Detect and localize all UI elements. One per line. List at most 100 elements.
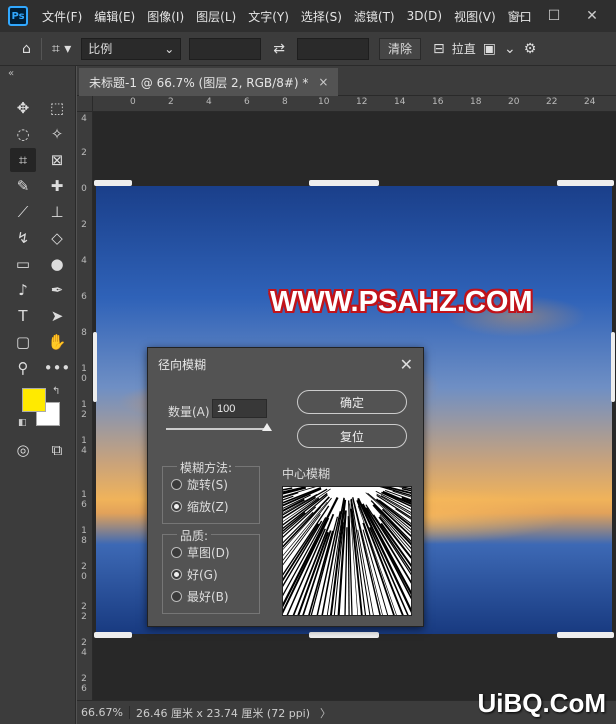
quality-title: 品质: (177, 527, 212, 544)
menu-file[interactable]: 文件(F) (36, 8, 88, 25)
quality-draft-radio[interactable]: 草图(D) (171, 544, 230, 561)
ruler-label: 1 4 (81, 436, 87, 456)
path-selection-tool-icon[interactable]: ➤ (44, 304, 70, 328)
menu-view[interactable]: 视图(V) (448, 8, 502, 25)
swap-colors-icon[interactable]: ↰ (52, 386, 60, 397)
amount-slider-track[interactable] (166, 428, 270, 430)
maximize-button[interactable]: ☐ (540, 0, 568, 32)
minimize-button[interactable]: — (504, 0, 532, 32)
zoom-level[interactable]: 66.67% (77, 706, 130, 719)
reset-button[interactable]: 复位 (297, 424, 407, 448)
crop-handle-bottom-right[interactable] (557, 632, 614, 638)
menu-select[interactable]: 选择(S) (295, 8, 348, 25)
radio-indicator (171, 591, 182, 602)
hand-tool-icon[interactable]: ✋ (44, 330, 70, 354)
ruler-label: 4 (81, 114, 87, 124)
amount-input[interactable] (212, 399, 267, 418)
magic-wand-tool-icon[interactable]: ✧ (44, 122, 70, 146)
brush-tool-icon[interactable]: ⟋ (10, 200, 36, 224)
document-tab-title: 未标题-1 @ 66.7% (图层 2, RGB/8#) * (89, 75, 309, 90)
more-tools-icon[interactable]: ••• (44, 356, 71, 380)
close-tab-icon[interactable]: × (318, 75, 328, 89)
crop-handle-top[interactable] (309, 180, 379, 186)
menu-edit[interactable]: 编辑(E) (88, 8, 141, 25)
screen-mode-icon[interactable]: ⧉ (44, 438, 70, 462)
options-bar: ⌂ ⌗ ▾ 比例 ⌄ ⇄ 清除 ⊟ 拉直 ▣ ⌄ ⚙ (0, 32, 616, 66)
crop-handle-bottom[interactable] (309, 632, 379, 638)
menu-filter[interactable]: 滤镜(T) (348, 8, 401, 25)
height-input[interactable] (297, 37, 369, 60)
blur-tool-icon[interactable]: ● (44, 252, 70, 276)
straighten-label[interactable]: 拉直 (449, 40, 479, 57)
type-tool-icon[interactable]: T (10, 304, 36, 328)
radio-label: 草图(D) (187, 546, 230, 560)
straighten-icon[interactable]: ⊟ (429, 41, 449, 57)
radio-indicator (171, 569, 182, 580)
amount-slider-thumb[interactable] (262, 423, 272, 431)
site-watermark: WWW.PSAHZ.COM (270, 286, 533, 318)
vertical-ruler: 4 2 0 2 4 6 8 1 0 1 2 1 4 1 6 1 8 2 0 2 … (77, 112, 93, 700)
menu-bar: Ps 文件(F) 编辑(E) 图像(I) 图层(L) 文字(Y) 选择(S) 滤… (0, 0, 616, 32)
toolbar: « ✥ ⬚ ◌ ✧ ⌗ ⊠ ✎ ✚ ⟋ ⊥ ↯ ◇ ▭ ● ♪ ✒ T ➤ ▢ … (0, 66, 76, 724)
crop-handle-top-right[interactable] (557, 180, 614, 186)
ok-button[interactable]: 确定 (297, 390, 407, 414)
menu-type[interactable]: 文字(Y) (242, 8, 295, 25)
dialog-titlebar[interactable]: 径向模糊 ✕ (148, 348, 423, 380)
eraser-tool-icon[interactable]: ◇ (44, 226, 70, 250)
settings-gear-icon[interactable]: ⚙ (520, 41, 541, 57)
width-input[interactable] (189, 37, 262, 60)
chevron-down-icon[interactable]: ⌄ (500, 41, 520, 57)
ruler-label: 1 6 (81, 490, 87, 510)
crop-handle-bottom-left[interactable] (94, 632, 132, 638)
healing-brush-tool-icon[interactable]: ✚ (44, 174, 70, 198)
ruler-label: 12 (356, 97, 368, 107)
radio-indicator (171, 547, 182, 558)
overlay-icon[interactable]: ▣ (479, 41, 500, 57)
status-menu-icon[interactable]: 〉 (316, 705, 335, 721)
crop-handle-left[interactable] (93, 332, 97, 402)
quality-best-radio[interactable]: 最好(B) (171, 588, 229, 605)
crop-handle-top-left[interactable] (94, 180, 132, 186)
ruler-label: 2 2 (81, 602, 87, 622)
document-tab[interactable]: 未标题-1 @ 66.7% (图层 2, RGB/8#) * × (79, 68, 339, 96)
crop-tool-preset-icon[interactable]: ⌗ ▾ (48, 41, 75, 57)
close-icon[interactable]: ✕ (400, 355, 413, 374)
close-window-button[interactable]: ✕ (578, 0, 606, 32)
dodge-tool-icon[interactable]: ♪ (10, 278, 36, 302)
rectangle-tool-icon[interactable]: ▢ (10, 330, 36, 354)
frame-tool-icon[interactable]: ⊠ (44, 148, 70, 172)
ruler-label: 1 0 (81, 364, 87, 384)
crop-handle-right[interactable] (611, 332, 615, 402)
collapse-icon[interactable]: « (8, 68, 14, 79)
move-tool-icon[interactable]: ✥ (10, 96, 36, 120)
quality-group: 品质: 草图(D) 好(G) 最好(B) (162, 527, 260, 614)
ruler-label: 4 (81, 256, 87, 266)
swap-icon[interactable]: ⇄ (269, 41, 289, 57)
blur-center-preview[interactable] (282, 486, 412, 616)
lasso-tool-icon[interactable]: ◌ (10, 122, 36, 146)
default-colors-icon[interactable]: ◧ (18, 418, 27, 428)
blur-method-group: 模糊方法: 旋转(S) 缩放(Z) (162, 459, 260, 524)
ruler-label: 18 (470, 97, 482, 107)
clear-button[interactable]: 清除 (379, 37, 422, 60)
foreground-color-swatch[interactable] (22, 388, 46, 412)
method-spin-radio[interactable]: 旋转(S) (171, 476, 228, 493)
pen-tool-icon[interactable]: ✒ (44, 278, 70, 302)
radio-label: 好(G) (187, 568, 218, 582)
eyedropper-tool-icon[interactable]: ✎ (10, 174, 36, 198)
quick-mask-icon[interactable]: ◎ (10, 438, 36, 462)
stamp-tool-icon[interactable]: ⊥ (44, 200, 70, 224)
gradient-tool-icon[interactable]: ▭ (10, 252, 36, 276)
menu-3d[interactable]: 3D(D) (401, 9, 448, 23)
method-zoom-radio[interactable]: 缩放(Z) (171, 498, 229, 515)
ratio-select[interactable]: 比例 ⌄ (81, 37, 182, 60)
quality-good-radio[interactable]: 好(G) (171, 566, 218, 583)
home-icon[interactable]: ⌂ (18, 41, 35, 57)
menu-image[interactable]: 图像(I) (141, 8, 190, 25)
history-brush-tool-icon[interactable]: ↯ (10, 226, 36, 250)
marquee-tool-icon[interactable]: ⬚ (44, 96, 70, 120)
crop-tool-icon[interactable]: ⌗ (10, 148, 36, 172)
zoom-tool-icon[interactable]: ⚲ (10, 356, 36, 380)
horizontal-ruler: 0 2 4 6 8 10 12 14 16 18 20 22 24 (93, 96, 616, 112)
menu-layer[interactable]: 图层(L) (190, 8, 242, 25)
